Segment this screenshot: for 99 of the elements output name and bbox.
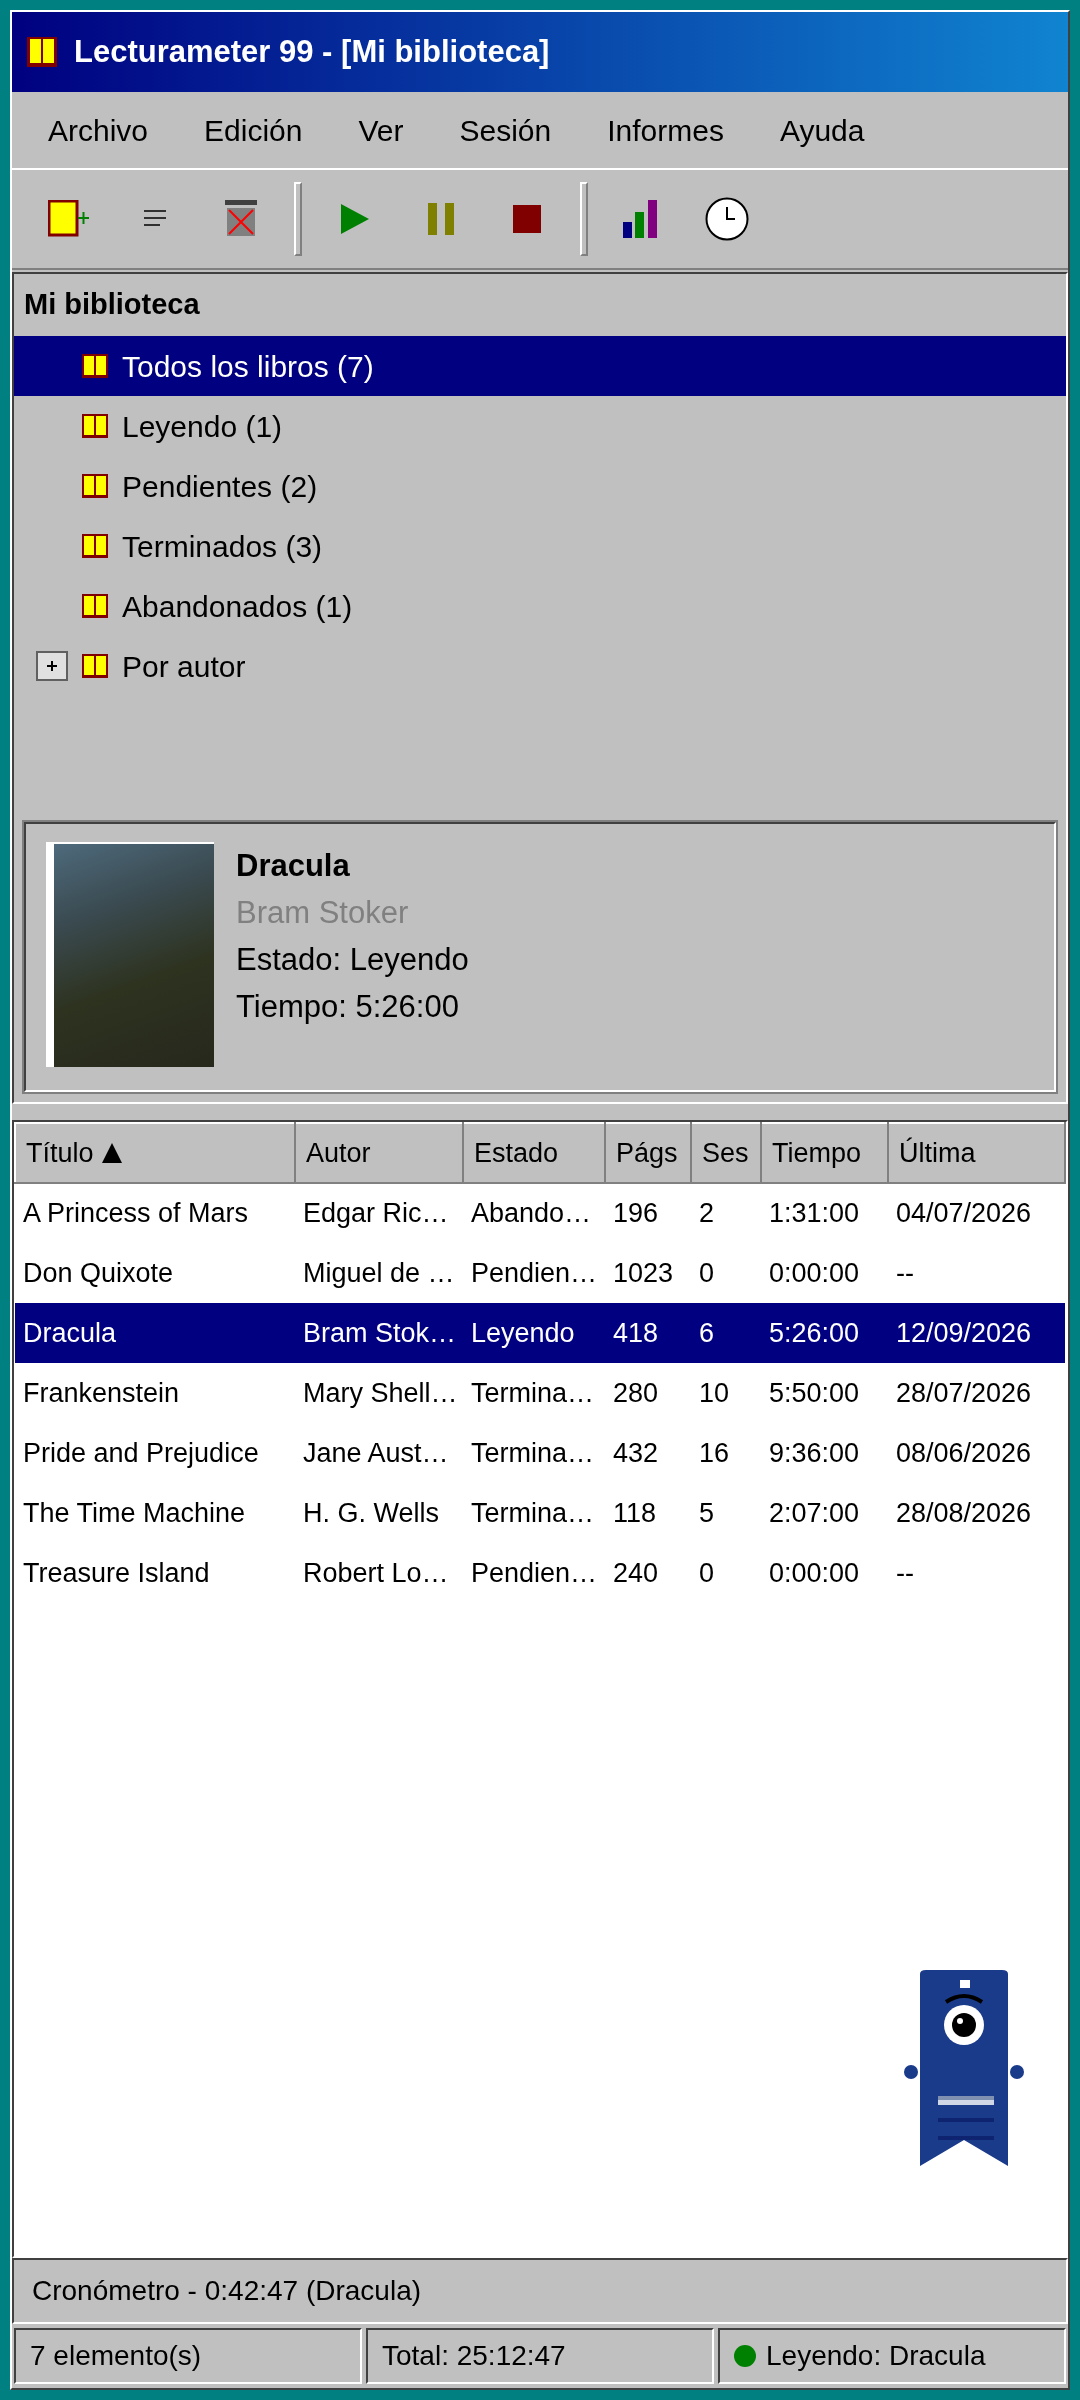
table-row[interactable]: Dracula Bram Stok… Leyendo 418 6 5:26:00 12/09/2026 bbox=[15, 1303, 1065, 1363]
table-cell: 280 bbox=[605, 1363, 691, 1423]
table-cell-text: 9:36:00 bbox=[768, 1436, 861, 1470]
table-cell-text: 0:00:00 bbox=[768, 1556, 861, 1590]
table-cell-text: 118 bbox=[612, 1496, 658, 1530]
table-cell-text: 28/08/2026 bbox=[895, 1496, 1033, 1530]
table-cell: Edgar Ric… bbox=[295, 1183, 463, 1243]
play-icon[interactable] bbox=[341, 204, 369, 234]
table-cell-text: H. G. Wells bbox=[302, 1496, 440, 1530]
column-header[interactable]: Estado bbox=[463, 1123, 605, 1183]
table-cell: Dracula bbox=[15, 1303, 295, 1363]
table-row[interactable]: Frankenstein Mary Shell… Termina… 280 10 5:50:00 28/07/2026 bbox=[15, 1363, 1065, 1423]
table-row[interactable]: The Time Machine H. G. Wells Termina… 118 5 2:07:00 28/08/2026 bbox=[15, 1483, 1065, 1543]
book-icon bbox=[82, 474, 108, 498]
book-icon bbox=[82, 654, 108, 678]
column-header[interactable]: Título bbox=[15, 1123, 295, 1183]
clock-icon[interactable] bbox=[705, 197, 749, 241]
trash-icon[interactable] bbox=[225, 200, 257, 238]
tree-item[interactable]: Leyendo (1) bbox=[14, 396, 1066, 456]
table-cell: 1023 bbox=[605, 1243, 691, 1303]
book-icon bbox=[82, 354, 108, 378]
table-row[interactable]: Don Quixote Miguel de … Pendien… 1023 0 0:00:00 -- bbox=[15, 1243, 1065, 1303]
table-cell: Don Quixote bbox=[15, 1243, 295, 1303]
table-cell-text: 432 bbox=[612, 1436, 660, 1470]
table-cell: 1:31:00 bbox=[761, 1183, 888, 1243]
status-text: Total: 25:12:47 bbox=[382, 2339, 566, 2373]
table-cell-text: 240 bbox=[612, 1556, 660, 1590]
table-cell-text: 0 bbox=[698, 1556, 716, 1590]
table-cell: Abando… bbox=[463, 1183, 605, 1243]
table-cell: Mary Shell… bbox=[295, 1363, 463, 1423]
table-cell-text: -- bbox=[895, 1556, 915, 1590]
table-cell: Termina… bbox=[463, 1363, 605, 1423]
menu-item[interactable]: Archivo bbox=[26, 107, 171, 153]
table-cell: 10 bbox=[691, 1363, 761, 1423]
table-cell: 196 bbox=[605, 1183, 691, 1243]
book-icon bbox=[82, 594, 108, 618]
book-status: Estado: Leyendo bbox=[236, 941, 469, 979]
table-cell: Pendien… bbox=[463, 1243, 605, 1303]
table-cell: Leyendo bbox=[463, 1303, 605, 1363]
table-cell-text: Robert Lo… bbox=[302, 1556, 450, 1590]
table-cell-text: 5 bbox=[698, 1496, 716, 1530]
table-cell: -- bbox=[888, 1243, 1065, 1303]
menu-item[interactable]: Edición bbox=[182, 107, 325, 153]
table-row[interactable]: Treasure Island Robert Lo… Pendien… 240 0 0:00:00 -- bbox=[15, 1543, 1065, 1603]
window-title: Lecturameter 99 - [Mi biblioteca] bbox=[74, 32, 550, 71]
menu-item[interactable]: Ayuda bbox=[757, 107, 887, 153]
add-book-icon[interactable] bbox=[48, 200, 90, 238]
book-icon bbox=[82, 534, 108, 558]
tree-item[interactable]: Por autor bbox=[14, 636, 1066, 696]
column-header[interactable]: Págs bbox=[605, 1123, 691, 1183]
tree-item[interactable]: Pendientes (2) bbox=[14, 456, 1066, 516]
table-cell: 2 bbox=[691, 1183, 761, 1243]
table-cell-text: 08/06/2026 bbox=[895, 1436, 1033, 1470]
bar-chart-icon[interactable] bbox=[623, 200, 659, 238]
column-header[interactable]: Última bbox=[888, 1123, 1065, 1183]
expand-icon[interactable] bbox=[36, 651, 68, 681]
column-header[interactable]: Tiempo bbox=[761, 1123, 888, 1183]
table-cell-text: Termina… bbox=[470, 1436, 596, 1470]
book-author: Bram Stoker bbox=[236, 894, 410, 932]
table-cell-text: 2:07:00 bbox=[768, 1496, 861, 1530]
status-text: 7 elemento(s) bbox=[30, 2339, 202, 2373]
table-cell: Frankenstein bbox=[15, 1363, 295, 1423]
menu-item[interactable]: Informes bbox=[585, 107, 746, 153]
column-header[interactable]: Ses bbox=[691, 1123, 761, 1183]
table-row[interactable]: A Princess of Mars Edgar Ric… Abando… 196 2 1:31:00 04/07/2026 bbox=[15, 1183, 1065, 1243]
table-cell: 04/07/2026 bbox=[888, 1183, 1065, 1243]
table-cell: Miguel de … bbox=[295, 1243, 463, 1303]
status-text: Leyendo: Dracula bbox=[766, 2339, 986, 2373]
app-icon bbox=[26, 36, 58, 68]
table-cell: 0 bbox=[691, 1243, 761, 1303]
menu-item[interactable]: Sesión bbox=[437, 107, 574, 153]
table-cell-text: 16 bbox=[698, 1436, 731, 1470]
table-cell: 5:50:00 bbox=[761, 1363, 888, 1423]
table-cell: 418 bbox=[605, 1303, 691, 1363]
table-cell-text: Termina… bbox=[470, 1496, 596, 1530]
table-cell-text: Pride and Prejudice bbox=[22, 1436, 260, 1470]
table-cell-text: The Time Machine bbox=[22, 1496, 247, 1530]
table-cell: Bram Stok… bbox=[295, 1303, 463, 1363]
table-cell-text: Pendien… bbox=[470, 1556, 599, 1590]
tree-item[interactable]: Terminados (3) bbox=[14, 516, 1066, 576]
menu-item[interactable]: Ver bbox=[336, 107, 426, 153]
book-icon bbox=[82, 414, 108, 438]
tree-heading: Mi biblioteca bbox=[24, 287, 200, 323]
table-cell: 5:26:00 bbox=[761, 1303, 888, 1363]
table-cell-text: Jane Aust… bbox=[302, 1436, 450, 1470]
tree-item[interactable]: Abandonados (1) bbox=[14, 576, 1066, 636]
timer-text: Cronómetro - 0:42:47 (Dracula) bbox=[32, 2274, 422, 2308]
tree-item[interactable]: Todos los libros (7) bbox=[14, 336, 1066, 396]
book-title: Dracula bbox=[236, 847, 351, 885]
table-cell: 0:00:00 bbox=[761, 1243, 888, 1303]
list-icon[interactable] bbox=[143, 209, 167, 229]
table-cell: 28/07/2026 bbox=[888, 1363, 1065, 1423]
table-cell: 6 bbox=[691, 1303, 761, 1363]
table-row[interactable]: Pride and Prejudice Jane Aust… Termina… 432 16 9:36:00 08/06/2026 bbox=[15, 1423, 1065, 1483]
table-cell-text: Treasure Island bbox=[22, 1556, 211, 1590]
table-cell: A Princess of Mars bbox=[15, 1183, 295, 1243]
table-cell: 12/09/2026 bbox=[888, 1303, 1065, 1363]
column-header[interactable]: Autor bbox=[295, 1123, 463, 1183]
book-time: Tiempo: 5:26:00 bbox=[236, 988, 460, 1026]
